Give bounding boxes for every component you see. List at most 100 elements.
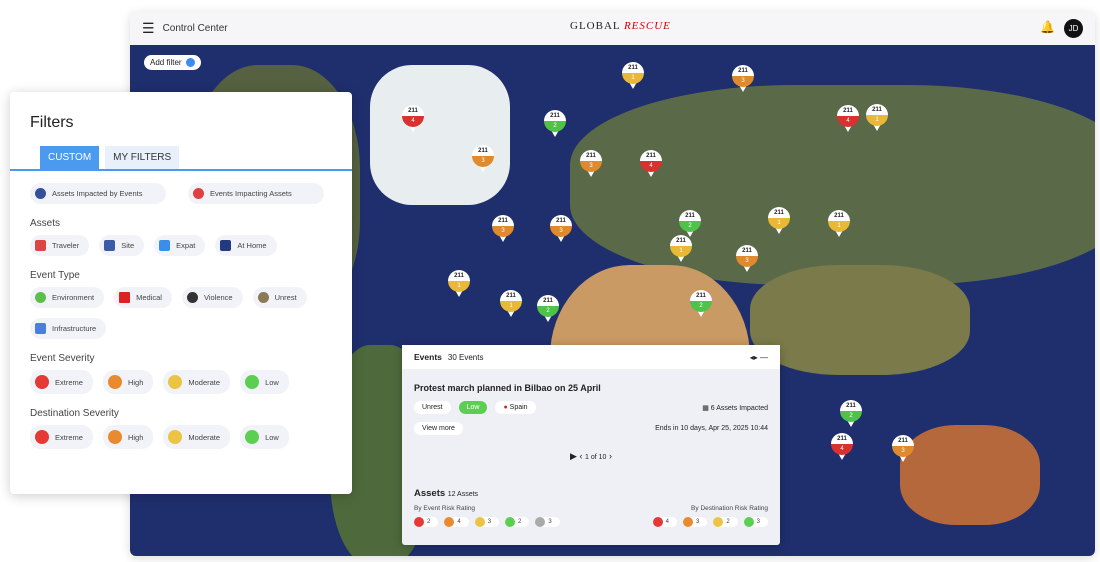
map-marker[interactable]: 211 3	[580, 150, 602, 178]
spain-flag-icon: ●	[503, 404, 508, 411]
globe-icon	[35, 188, 46, 199]
by-dest-label: By Destination Risk Rating	[691, 505, 768, 512]
page-title: Control Center	[162, 23, 228, 34]
assets-label: Assets	[30, 218, 61, 229]
event-type-environment[interactable]: Environment	[30, 287, 105, 308]
event-type-badge: Unrest	[414, 401, 451, 414]
map-marker[interactable]: 2111	[768, 207, 790, 235]
evsev-high[interactable]: High	[102, 370, 154, 394]
filters-panel: Filters CUSTOM MY FILTERS Assets Impacte…	[10, 92, 352, 494]
tree-icon	[35, 292, 46, 303]
dssev-moderate[interactable]: Moderate	[163, 425, 231, 449]
map-marker[interactable]: 211 3	[492, 215, 514, 243]
view-more-button[interactable]: View more	[414, 422, 463, 435]
violence-icon	[186, 292, 198, 303]
event-type-unrest[interactable]: Unrest	[252, 287, 307, 308]
asset-traveler[interactable]: Traveler	[30, 235, 90, 256]
severity-dot-icon	[245, 430, 260, 444]
dssev-extreme[interactable]: Extreme	[30, 425, 93, 449]
asset-count-chip[interactable]: 4	[652, 517, 677, 527]
assets-count: 12 Assets	[447, 491, 479, 498]
add-icon	[185, 58, 195, 67]
tab-custom[interactable]: CUSTOM	[40, 146, 100, 169]
severity-dot-icon	[245, 375, 260, 389]
evsev-extreme[interactable]: Extreme	[30, 370, 93, 394]
asset-count-chip[interactable]: 2	[414, 517, 439, 527]
severity-dot-icon	[168, 375, 183, 389]
map-marker[interactable]: 211 2	[537, 295, 559, 323]
infrastructure-icon	[35, 323, 46, 334]
country-badge: ● Spain	[495, 401, 536, 414]
dssev-high[interactable]: High	[102, 425, 154, 449]
evsev-low[interactable]: Low	[240, 370, 289, 394]
event-type-medical[interactable]: Medical	[114, 287, 172, 308]
tab-my-filters[interactable]: MY FILTERS	[105, 146, 180, 169]
map-marker[interactable]: 2111	[828, 210, 850, 238]
event-type-label: Event Type	[30, 270, 80, 281]
building-icon	[104, 240, 116, 251]
severity-badge: Low	[458, 401, 488, 414]
event-headline[interactable]: Protest march planned in Bilbao on 25 Ap…	[414, 383, 780, 393]
home-icon	[220, 240, 232, 251]
map-marker[interactable]: 211 2	[840, 400, 862, 428]
events-impacting-toggle[interactable]: Events Impacting Assets	[188, 183, 324, 204]
medical-cross-icon	[119, 292, 131, 303]
severity-dot-icon	[107, 375, 122, 389]
map-marker[interactable]: 211 3	[892, 435, 914, 463]
asset-count-chip[interactable]: 3	[743, 517, 768, 527]
map-marker[interactable]: 211 3	[472, 145, 494, 173]
asset-at-home[interactable]: At Home	[215, 235, 277, 256]
asset-expat[interactable]: Expat	[154, 235, 206, 256]
unrest-icon	[257, 292, 269, 303]
bell-icon[interactable]: 🔔	[1040, 20, 1055, 34]
asset-count-chip[interactable]: 3	[535, 517, 560, 527]
assets-impacted[interactable]: ▦ 6 Assets Impacted	[702, 404, 768, 412]
map-marker[interactable]: 211 2	[679, 210, 701, 238]
asset-count-chip[interactable]: 3	[474, 517, 500, 527]
severity-dot-icon	[35, 375, 49, 389]
map-marker[interactable]: 211 4	[402, 105, 424, 133]
logo: GLOBAL RESCUE	[570, 20, 671, 32]
globe-icon	[193, 188, 204, 199]
map-marker[interactable]: 211 4	[640, 150, 662, 178]
map-marker[interactable]: 211 3	[550, 215, 572, 243]
filters-title: Filters	[30, 114, 74, 131]
next-button[interactable]: ›	[609, 451, 612, 461]
map-marker[interactable]: 2111	[500, 290, 522, 318]
asset-site[interactable]: Site	[99, 235, 145, 256]
event-type-violence[interactable]: Violence	[181, 287, 243, 308]
map-marker[interactable]: 211 4	[831, 433, 853, 461]
severity-dot-icon	[168, 430, 183, 444]
event-end-time: Ends in 10 days, Apr 25, 2025 10:44	[655, 425, 768, 432]
add-filter-button[interactable]: Add filter	[144, 55, 201, 70]
asset-count-chip[interactable]: 2	[713, 517, 738, 527]
dssev-low[interactable]: Low	[240, 425, 289, 449]
destination-severity-label: Destination Severity	[30, 408, 119, 419]
asset-count-chip[interactable]: 2	[505, 517, 530, 527]
map-marker[interactable]: 211 2	[690, 290, 712, 318]
asset-count-chip[interactable]: 4	[444, 517, 469, 527]
events-count: 30 Events	[447, 352, 484, 362]
asset-count-chip[interactable]: 3	[682, 517, 708, 527]
assets-impacted-toggle[interactable]: Assets Impacted by Events	[30, 183, 166, 204]
map-marker[interactable]: 211 4	[837, 105, 859, 133]
avatar[interactable]: JD	[1064, 19, 1083, 38]
briefcase-icon	[159, 240, 171, 251]
prev-button[interactable]: ‹	[579, 451, 582, 461]
event-type-infrastructure[interactable]: Infrastructure	[30, 318, 107, 339]
map-marker[interactable]: 2111	[448, 270, 470, 298]
evsev-moderate[interactable]: Moderate	[163, 370, 231, 394]
traveler-icon	[35, 240, 46, 251]
map-marker[interactable]: 211 3	[732, 65, 754, 93]
event-severity-label: Event Severity	[30, 353, 95, 364]
play-icon[interactable]: ▶	[570, 451, 577, 461]
collapse-icon[interactable]: ◂▸ —	[750, 353, 768, 362]
map-marker[interactable]: 2111	[622, 62, 644, 90]
pager: ▶ ‹ 1 of 10 ›	[570, 451, 612, 461]
map-marker[interactable]: 211 2	[544, 110, 566, 138]
severity-dot-icon	[35, 430, 49, 444]
map-marker[interactable]: 2111	[866, 104, 888, 132]
events-title: Events	[414, 352, 442, 362]
menu-icon[interactable]: ☰	[142, 20, 155, 37]
map-marker[interactable]: 211 3	[736, 245, 758, 273]
